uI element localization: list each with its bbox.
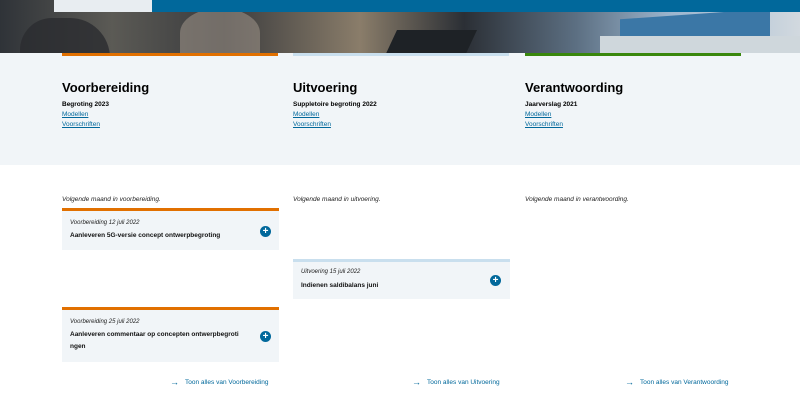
phase-color-bar — [62, 53, 278, 56]
arrow-right-icon: → — [625, 377, 634, 387]
arrow-right-icon: → — [170, 377, 179, 387]
event-date: Uitvoering 15 juli 2022 — [301, 269, 361, 275]
phase-title: Uitvoering — [293, 80, 358, 95]
next-month-label: Volgende maand in uitvoering. — [293, 196, 381, 203]
link-modellen[interactable]: Modellen — [525, 111, 741, 118]
phase-title: Verantwoording — [525, 80, 624, 95]
link-modellen[interactable]: Modellen — [293, 111, 509, 118]
phase-uitvoering: Uitvoering Suppletoire begroting 2022 Mo… — [293, 53, 509, 128]
phase-subtitle: Jaarverslag 2021 — [525, 101, 578, 108]
phases-panel: Voorbereiding Begroting 2023 Modellen Vo… — [0, 53, 800, 165]
phase-subtitle: Suppletoire begroting 2022 — [293, 101, 377, 108]
arrow-right-icon: → — [412, 377, 421, 387]
show-all-label: Toon alles van Verantwoording — [640, 379, 729, 386]
card-color-bar — [62, 307, 279, 310]
card-color-bar — [293, 259, 510, 262]
phase-color-bar — [293, 53, 509, 56]
hero-image — [0, 0, 800, 53]
event-date: Voorbereiding 12 juli 2022 — [70, 220, 140, 226]
show-all-verantwoording-link[interactable]: → Toon alles van Verantwoording — [625, 377, 729, 387]
plus-circle-icon[interactable]: + — [260, 226, 271, 237]
link-voorschriften[interactable]: Voorschriften — [293, 121, 509, 128]
show-all-uitvoering-link[interactable]: → Toon alles van Uitvoering — [412, 377, 500, 387]
link-modellen[interactable]: Modellen — [62, 111, 278, 118]
column-verantwoording: Volgende maand in verantwoording. — [525, 196, 742, 203]
column-voorbereiding: Volgende maand in voorbereiding. — [62, 196, 279, 203]
event-card[interactable]: Voorbereiding 25 juli 2022 Aanleveren co… — [62, 307, 279, 362]
event-card[interactable]: Voorbereiding 12 juli 2022 Aanleveren 5G… — [62, 208, 279, 250]
phase-voorbereiding: Voorbereiding Begroting 2023 Modellen Vo… — [62, 53, 278, 128]
top-nav-band — [152, 0, 800, 12]
show-all-label: Toon alles van Voorbereiding — [185, 379, 269, 386]
show-all-voorbereiding-link[interactable]: → Toon alles van Voorbereiding — [170, 377, 268, 387]
plus-circle-icon[interactable]: + — [260, 331, 271, 342]
hero-photo-detail — [180, 8, 260, 53]
phase-verantwoording: Verantwoording Jaarverslag 2021 Modellen… — [525, 53, 741, 128]
phase-title: Voorbereiding — [62, 80, 150, 95]
card-color-bar — [62, 208, 279, 211]
top-nav-tab[interactable] — [54, 0, 152, 12]
phase-color-bar — [525, 53, 741, 56]
plus-circle-icon[interactable]: + — [490, 275, 501, 286]
event-title: Indienen saldibalans juni — [301, 282, 379, 289]
column-uitvoering: Volgende maand in uitvoering. — [293, 196, 510, 203]
event-title: Aanleveren commentaar op concepten ontwe… — [70, 331, 239, 350]
show-all-label: Toon alles van Uitvoering — [427, 379, 500, 386]
hero-photo-detail — [600, 36, 800, 53]
next-month-label: Volgende maand in voorbereiding. — [62, 196, 161, 203]
event-date: Voorbereiding 25 juli 2022 — [70, 319, 140, 325]
event-card[interactable]: Uitvoering 15 juli 2022 Indienen saldiba… — [293, 259, 510, 299]
event-title: Aanleveren 5G-versie concept ontwerpbegr… — [70, 232, 221, 239]
link-voorschriften[interactable]: Voorschriften — [525, 121, 741, 128]
phase-subtitle: Begroting 2023 — [62, 101, 109, 108]
hero-photo-detail — [20, 18, 110, 53]
link-voorschriften[interactable]: Voorschriften — [62, 121, 278, 128]
next-month-label: Volgende maand in verantwoording. — [525, 196, 629, 203]
hero-photo-detail — [383, 30, 477, 53]
